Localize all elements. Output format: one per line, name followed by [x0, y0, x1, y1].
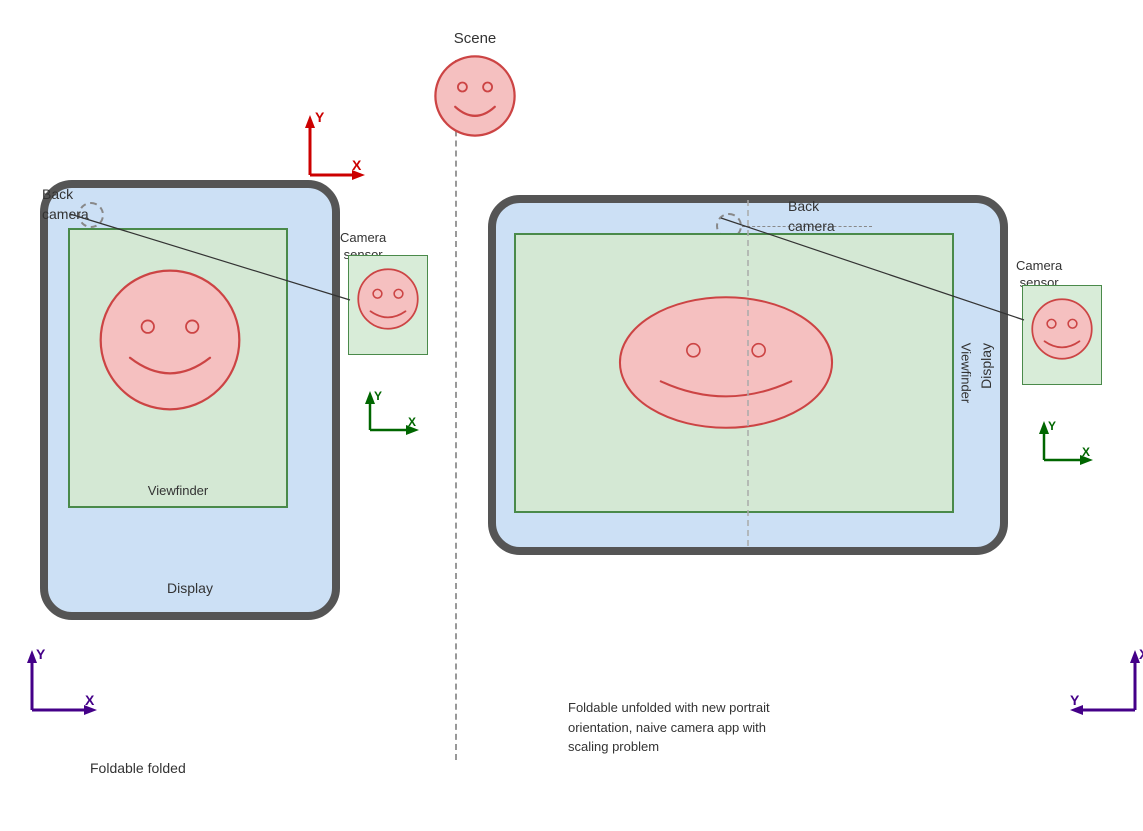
- sensor-box-left: [348, 255, 428, 355]
- back-camera-label-left: Back camera: [42, 185, 89, 224]
- axis-sensor-left: Y X: [360, 390, 440, 455]
- phone-right: Viewfinder Display: [488, 195, 1008, 555]
- viewfinder-left-label: Viewfinder: [148, 483, 208, 498]
- svg-text:Y: Y: [1048, 420, 1056, 433]
- viewfinder-right-label: Viewfinder: [958, 343, 973, 403]
- diagram-container: Scene Y X: [0, 0, 1143, 831]
- smiley-left: [90, 260, 250, 420]
- scene-area: Scene: [430, 30, 520, 146]
- svg-text:Y: Y: [315, 110, 325, 125]
- smiley-sensor-right: [1027, 294, 1097, 364]
- phone-left: Viewfinder Display: [40, 180, 340, 620]
- sensor-box-right: [1022, 285, 1102, 385]
- axis-bottom-right: X Y: [1065, 645, 1143, 730]
- svg-text:X: X: [352, 157, 362, 173]
- scene-smiley: [430, 51, 520, 141]
- axis-sensor-right: Y X: [1034, 420, 1114, 485]
- axis-bottom-left-svg: Y X: [20, 645, 110, 725]
- display-label-left: Display: [167, 580, 213, 596]
- viewfinder-left: Viewfinder: [68, 228, 288, 508]
- axis-bottom-right-svg: X Y: [1065, 645, 1143, 725]
- svg-text:X: X: [85, 692, 95, 708]
- axis-sensor-right-svg: Y X: [1034, 420, 1114, 480]
- divider: [455, 60, 457, 760]
- back-camera-label-right: Back camera: [788, 197, 835, 236]
- svg-text:Y: Y: [36, 646, 46, 662]
- svg-text:Y: Y: [1070, 692, 1080, 708]
- caption-left: Foldable folded: [90, 760, 186, 776]
- display-label-right: Display: [978, 343, 994, 389]
- svg-text:Y: Y: [374, 390, 382, 403]
- axis-topleft-svg: Y X: [290, 110, 370, 190]
- svg-text:X: X: [408, 415, 416, 429]
- viewfinder-right: Viewfinder: [514, 233, 954, 513]
- smiley-sensor-left: [353, 264, 423, 334]
- svg-text:X: X: [1082, 445, 1090, 459]
- axis-sensor-left-svg: Y X: [360, 390, 440, 450]
- svg-text:X: X: [1139, 646, 1143, 662]
- axis-bottom-left: Y X: [20, 645, 110, 730]
- smiley-right: [596, 285, 856, 440]
- caption-right: Foldable unfolded with new portrait orie…: [568, 698, 770, 757]
- scene-label: Scene: [430, 30, 520, 47]
